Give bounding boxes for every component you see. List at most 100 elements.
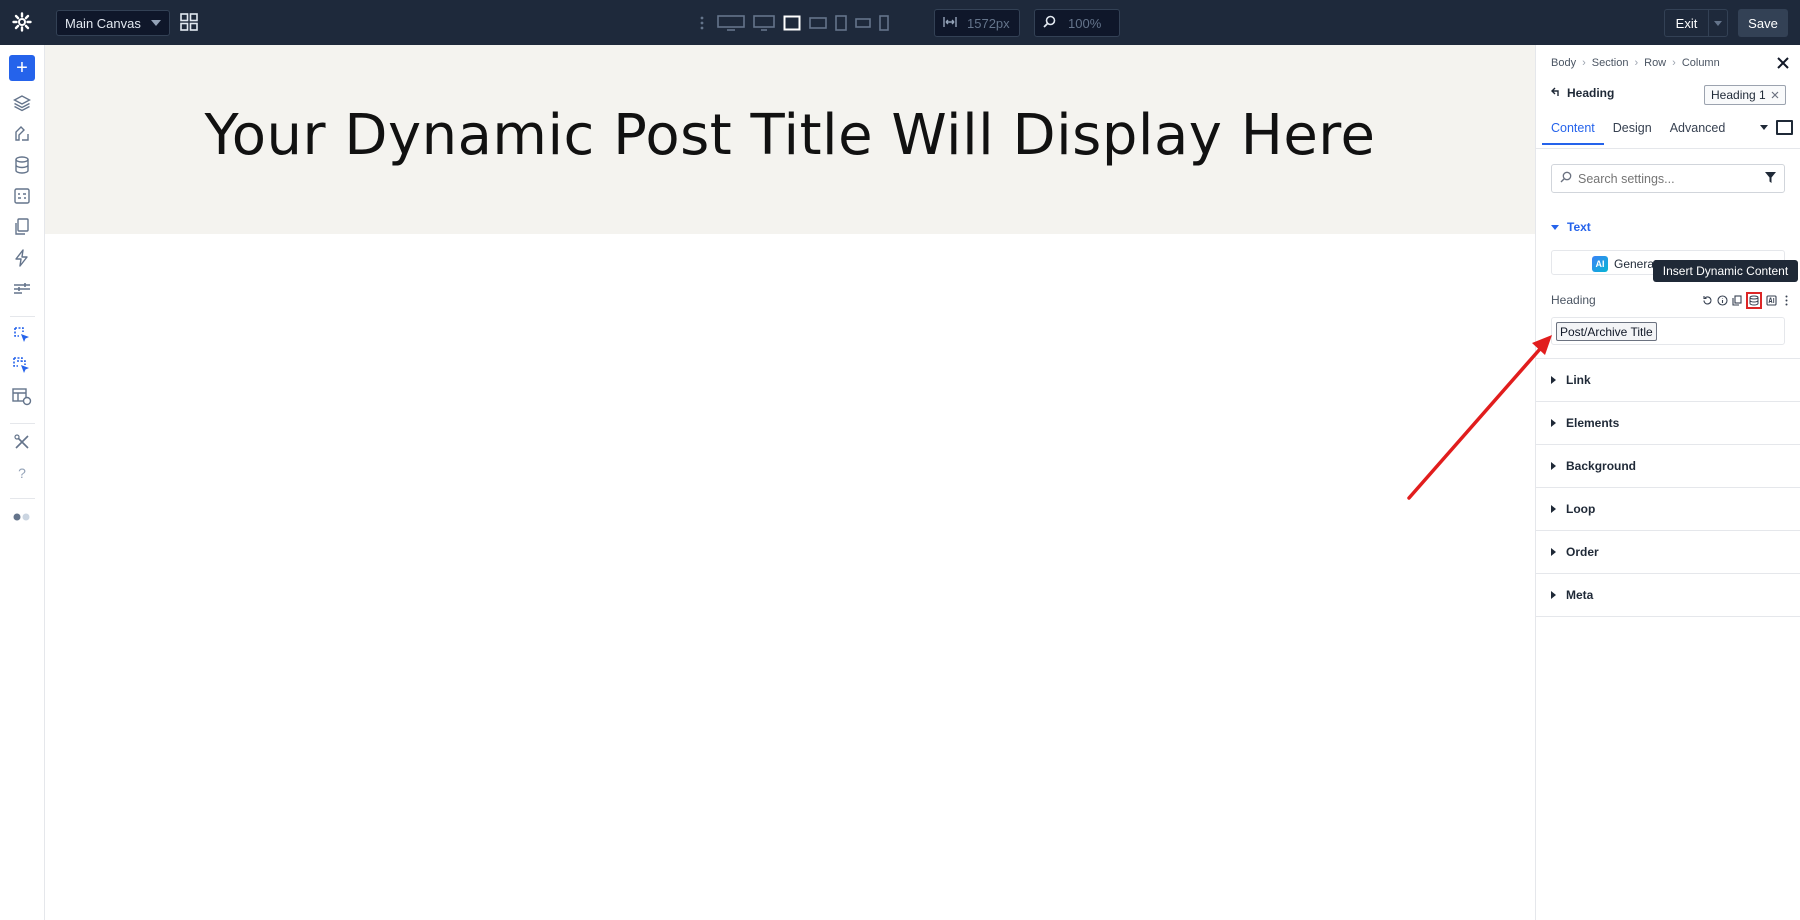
caret-right-icon: [1551, 505, 1556, 513]
heading-field-label: Heading: [1551, 293, 1596, 307]
template-settings-icon[interactable]: [12, 387, 32, 407]
heading-tag-chip[interactable]: Heading 1: [1704, 85, 1786, 105]
section-background-label: Background: [1566, 459, 1637, 473]
styles-icon[interactable]: [12, 124, 32, 144]
dynamic-content-icon[interactable]: [1746, 292, 1762, 309]
close-icon[interactable]: [1776, 56, 1790, 70]
pages-icon[interactable]: [12, 217, 32, 237]
canvas-select[interactable]: Main Canvas: [56, 10, 170, 36]
section-elements-label: Elements: [1566, 416, 1620, 430]
interaction-icon[interactable]: [12, 325, 32, 345]
info-icon[interactable]: [1716, 295, 1728, 307]
top-toolbar: Main Canvas 1572px 100% Exit Save: [0, 0, 1800, 45]
database-icon[interactable]: [12, 155, 32, 175]
ai-icon: AI: [1592, 256, 1608, 272]
form-icon[interactable]: [12, 186, 32, 206]
chevron-right-icon: ›: [1582, 57, 1586, 69]
close-icon[interactable]: [1771, 88, 1779, 102]
device-switcher: [695, 9, 897, 37]
mode-toggle-icon[interactable]: [12, 507, 32, 527]
section-background[interactable]: Background: [1536, 445, 1800, 488]
search-input[interactable]: [1578, 171, 1758, 186]
tab-design[interactable]: Design: [1604, 115, 1661, 143]
section-text-header[interactable]: Text: [1551, 220, 1591, 234]
settings-search: [1551, 164, 1785, 193]
section-elements[interactable]: Elements: [1536, 402, 1800, 445]
section-link[interactable]: Link: [1536, 359, 1800, 402]
section-order[interactable]: Order: [1536, 531, 1800, 574]
tools-icon[interactable]: [12, 432, 32, 452]
settings-panel: Body › Section › Row › Column Heading He…: [1535, 45, 1800, 920]
box-icon[interactable]: [1776, 120, 1793, 135]
dynamic-tag-chip[interactable]: Post/Archive Title: [1556, 322, 1657, 341]
exit-dropdown[interactable]: [1708, 9, 1728, 37]
back-arrow-icon[interactable]: [1551, 86, 1561, 100]
width-icon: [943, 16, 957, 31]
chevron-down-icon: [1714, 20, 1722, 26]
filter-icon[interactable]: [1765, 170, 1776, 188]
desktop-wide-icon[interactable]: [717, 9, 745, 37]
breadcrumb: Body › Section › Row › Column: [1551, 57, 1720, 69]
laptop-icon[interactable]: [783, 9, 801, 37]
layers-icon[interactable]: [12, 93, 32, 113]
divider: [10, 423, 35, 424]
exit-button[interactable]: Exit: [1664, 9, 1708, 37]
more-vertical-icon[interactable]: [1780, 295, 1792, 307]
tablet-landscape-icon[interactable]: [809, 9, 827, 37]
tooltip-insert-dynamic-content: Insert Dynamic Content: [1653, 260, 1798, 282]
settings-sliders-icon[interactable]: [12, 279, 32, 299]
heading-text-field[interactable]: Post/Archive Title: [1551, 317, 1785, 345]
chevron-down-icon[interactable]: [1760, 125, 1768, 130]
tab-content[interactable]: Content: [1542, 115, 1604, 145]
section-meta-label: Meta: [1566, 588, 1594, 602]
chevron-right-icon: ›: [1672, 57, 1676, 69]
desktop-icon[interactable]: [753, 9, 775, 37]
field-toolbar: [1701, 292, 1792, 309]
left-sidebar: + ?: [0, 45, 45, 920]
ai-field-icon[interactable]: [1765, 295, 1777, 307]
element-name: Heading: [1567, 86, 1615, 100]
chevron-down-icon: [151, 20, 161, 26]
panel-tabs: Content Design Advanced: [1542, 115, 1797, 145]
chevron-right-icon: ›: [1634, 57, 1639, 69]
save-button[interactable]: Save: [1738, 9, 1788, 37]
heading-tag-label: Heading 1: [1711, 88, 1766, 102]
divider: [10, 316, 35, 317]
reset-icon[interactable]: [1701, 295, 1713, 307]
lightning-icon[interactable]: [12, 248, 32, 268]
breadcrumb-item[interactable]: Row: [1644, 57, 1666, 69]
section-meta[interactable]: Meta: [1536, 574, 1800, 617]
breadcrumb-item[interactable]: Section: [1592, 57, 1629, 69]
section-loop[interactable]: Loop: [1536, 488, 1800, 531]
tab-advanced[interactable]: Advanced: [1661, 115, 1735, 143]
multi-interaction-icon[interactable]: [12, 356, 32, 376]
post-title-heading[interactable]: Your Dynamic Post Title Will Display Her…: [45, 103, 1535, 168]
canvas-width-field[interactable]: 1572px: [934, 9, 1020, 37]
gear-icon[interactable]: [12, 12, 32, 32]
page-canvas[interactable]: Your Dynamic Post Title Will Display Her…: [45, 45, 1535, 920]
search-icon: [1043, 15, 1056, 31]
add-element-button[interactable]: +: [9, 55, 35, 81]
ai-generate-label: Generat: [1614, 257, 1658, 271]
element-title-row: Heading: [1551, 86, 1614, 100]
canvas-width-value: 1572px: [967, 15, 1010, 31]
caret-right-icon: [1551, 462, 1556, 470]
section-order-label: Order: [1566, 545, 1599, 559]
copy-icon[interactable]: [1731, 295, 1743, 307]
more-vertical-icon[interactable]: [695, 9, 709, 37]
divider: [10, 498, 35, 499]
section-loop-label: Loop: [1566, 502, 1596, 516]
zoom-field[interactable]: 100%: [1034, 9, 1120, 37]
help-icon[interactable]: ?: [12, 463, 32, 483]
tablet-portrait-icon[interactable]: [835, 9, 847, 37]
zoom-value: 100%: [1068, 15, 1102, 31]
breadcrumb-item[interactable]: Column: [1682, 57, 1720, 69]
hero-section[interactable]: Your Dynamic Post Title Will Display Her…: [45, 45, 1535, 234]
mobile-landscape-icon[interactable]: [855, 9, 871, 37]
mobile-portrait-icon[interactable]: [879, 9, 889, 37]
grid-icon[interactable]: [180, 13, 198, 31]
breadcrumb-item[interactable]: Body: [1551, 57, 1576, 69]
caret-right-icon: [1551, 591, 1556, 599]
caret-right-icon: [1551, 419, 1556, 427]
tab-extras: [1760, 115, 1797, 135]
